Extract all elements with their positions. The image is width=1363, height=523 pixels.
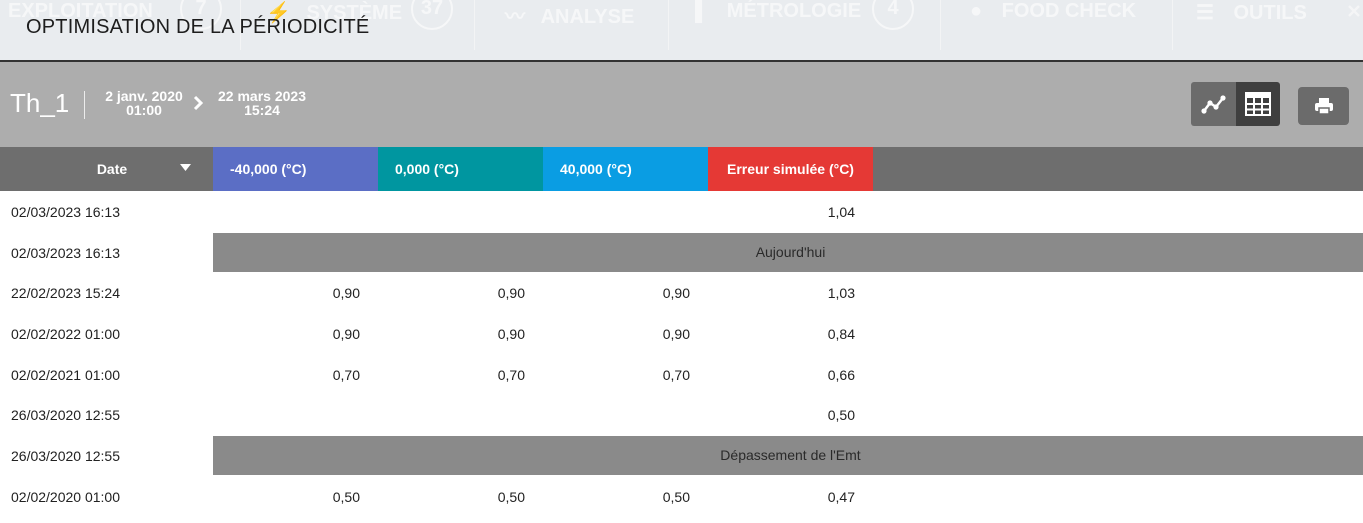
column-header-label: Date: [96, 161, 128, 177]
event-label: Dépassement de l'Emt: [720, 447, 861, 463]
date-cell: 26/03/2020 12:55: [11, 448, 120, 464]
error-cell: 0,66: [827, 367, 855, 383]
event-band: Dépassement de l'Emt: [213, 436, 1363, 475]
error-cell: 0,84: [827, 326, 855, 342]
table-row: 26/03/2020 12:55 0,50: [0, 394, 1363, 435]
column-header-simulated-error[interactable]: Erreur simulée (°C): [708, 147, 873, 191]
column-header-zero[interactable]: 0,000 (°C): [378, 147, 543, 191]
value-cell-plus40: 0,90: [662, 326, 690, 342]
start-date-day: 2 janv. 2020: [105, 88, 183, 104]
date-cell: 02/02/2020 01:00: [11, 489, 120, 505]
error-cell: 1,04: [827, 204, 855, 220]
table-row-event: 26/03/2020 12:55 Dépassement de l'Emt: [0, 435, 1363, 476]
caret-down-icon[interactable]: [180, 164, 191, 172]
dialog-header: OPTIMISATION DE LA PÉRIODICITÉ: [0, 0, 1363, 60]
grid-table-icon: [1245, 92, 1271, 116]
start-date[interactable]: 2 janv. 2020 01:00: [100, 89, 188, 117]
value-cell-minus40: 0,90: [332, 326, 360, 342]
value-cell-plus40: 0,90: [662, 285, 690, 301]
table-row: 02/02/2021 01:00 0,70 0,70 0,70 0,66: [0, 354, 1363, 395]
end-date-day: 22 mars 2023: [218, 88, 306, 104]
date-cell: 02/03/2023 16:13: [11, 204, 120, 220]
page-title: OPTIMISATION DE LA PÉRIODICITÉ: [26, 16, 370, 38]
error-cell: 1,03: [827, 285, 855, 301]
column-header-plus40[interactable]: 40,000 (°C): [543, 147, 708, 191]
value-cell-plus40: 0,50: [662, 489, 690, 505]
printer-icon: [1314, 98, 1333, 115]
event-label: Aujourd'hui: [755, 244, 826, 260]
error-cell: 0,47: [827, 489, 855, 505]
end-date[interactable]: 22 mars 2023 15:24: [212, 89, 312, 117]
value-cell-zero: 0,50: [497, 489, 525, 505]
date-cell: 22/02/2023 15:24: [11, 285, 120, 301]
table-view-button[interactable]: [1236, 82, 1280, 126]
table-row: 02/02/2020 01:00 0,50 0,50 0,50 0,47: [0, 476, 1363, 517]
line-chart-icon: [1200, 95, 1226, 114]
value-cell-minus40: 0,50: [332, 489, 360, 505]
date-cell: 26/03/2020 12:55: [11, 407, 120, 423]
error-cell: 0,50: [827, 407, 855, 423]
table-row: 02/02/2022 01:00 0,90 0,90 0,90 0,84: [0, 313, 1363, 354]
value-cell-zero: 0,90: [497, 285, 525, 301]
info-separator: [84, 91, 85, 119]
value-cell-minus40: 0,70: [332, 367, 360, 383]
table-row: 22/02/2023 15:24 0,90 0,90 0,90 1,03: [0, 272, 1363, 313]
column-header-minus40[interactable]: -40,000 (°C): [213, 147, 378, 191]
close-icon[interactable]: [1347, 4, 1361, 18]
chart-view-button[interactable]: [1191, 82, 1236, 126]
end-date-time: 15:24: [244, 102, 280, 118]
table-header: Date -40,000 (°C) 0,000 (°C) 40,000 (°C)…: [0, 147, 1363, 191]
start-date-time: 01:00: [126, 102, 162, 118]
date-cell: 02/02/2021 01:00: [11, 367, 120, 383]
value-cell-plus40: 0,70: [662, 367, 690, 383]
sensor-name: Th_1: [10, 88, 70, 118]
sensor-info-bar: Th_1 2 janv. 2020 01:00 22 mars 2023 15:…: [0, 62, 1363, 147]
chevron-right-icon: [193, 95, 204, 111]
date-cell: 02/03/2023 16:13: [11, 245, 120, 261]
date-cell: 02/02/2022 01:00: [11, 326, 120, 342]
value-cell-zero: 0,90: [497, 326, 525, 342]
table-row-event: 02/03/2023 16:13 Aujourd'hui: [0, 232, 1363, 273]
value-cell-minus40: 0,90: [332, 285, 360, 301]
column-header-date[interactable]: Date: [0, 147, 213, 191]
print-button[interactable]: [1298, 87, 1349, 125]
event-band: Aujourd'hui: [213, 233, 1363, 272]
table-row: 02/03/2023 16:13 1,04: [0, 191, 1363, 232]
value-cell-zero: 0,70: [497, 367, 525, 383]
